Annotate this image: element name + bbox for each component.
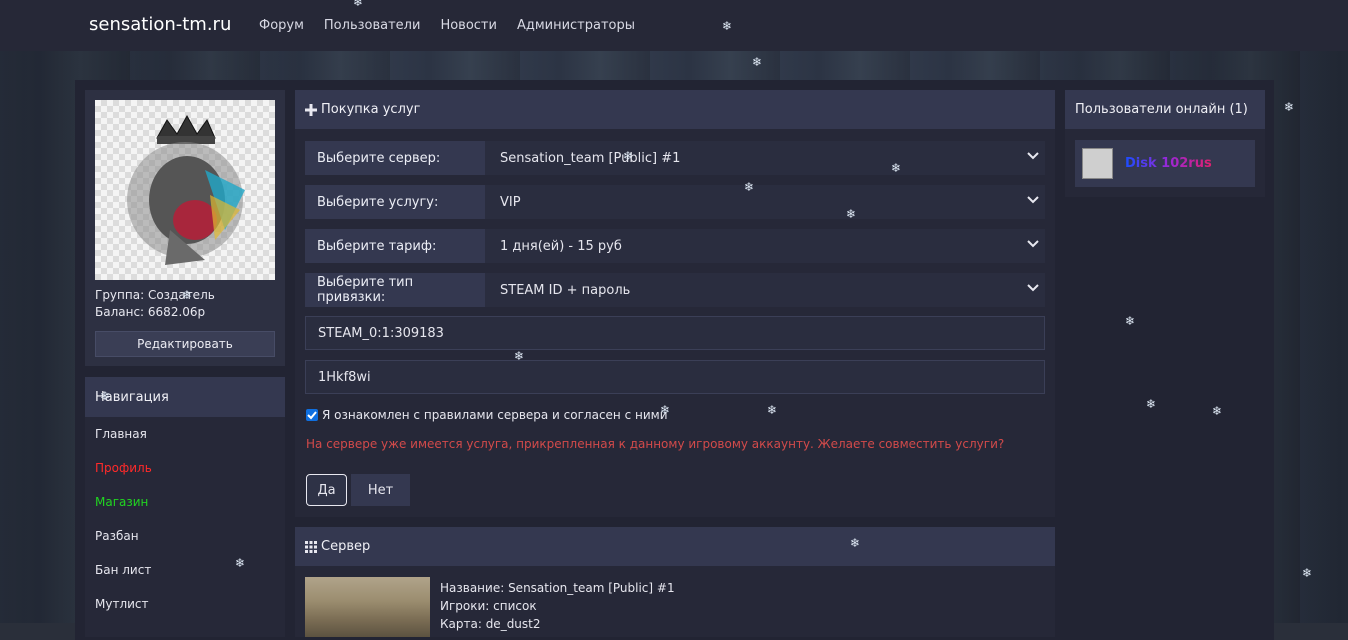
tariff-select-row: Выберите тариф: 1 дня(ей) - 15 руб [305, 229, 1045, 263]
snowflake-icon: ❄ [1125, 314, 1136, 328]
snowflake-icon: ❄ [744, 180, 755, 194]
navigation-list: Главная Профиль Магазин Разбан Бан лист … [85, 417, 285, 621]
nav-news[interactable]: Новости [440, 18, 497, 33]
snowflake-icon: ❄ [752, 55, 763, 69]
nav-item-profile[interactable]: Профиль [85, 451, 285, 485]
tariff-select[interactable]: 1 дня(ей) - 15 руб [485, 229, 1045, 263]
profile-balance: Баланс: 6682.06р [95, 305, 206, 319]
password-input[interactable]: 1Hkf8wi [305, 360, 1045, 394]
server-map: Карта: de_dust2 [440, 617, 541, 631]
server-name: Название: Sensation_team [Public] #1 [440, 581, 675, 595]
chevron-down-icon [1027, 284, 1039, 292]
snowflake-icon: ❄ [235, 556, 246, 570]
edit-profile-button[interactable]: Редактировать [95, 331, 275, 357]
server-header: Сервер [295, 527, 1055, 566]
nav-users[interactable]: Пользователи [324, 18, 421, 33]
yes-button[interactable]: Да [306, 474, 347, 506]
snowflake-icon: ❄ [1302, 566, 1313, 580]
plus-icon [305, 103, 317, 116]
top-navbar: sensation-tm.ru Форум Пользователи Новос… [0, 0, 1348, 51]
service-select-row: Выберите услугу: VIP [305, 185, 1045, 219]
online-users-title: Пользователи онлайн (1) [1065, 90, 1265, 129]
snowflake-icon: ❄ [850, 536, 861, 550]
check-icon [307, 411, 317, 420]
nav-item-home[interactable]: Главная [85, 417, 285, 451]
agree-checkbox[interactable] [306, 409, 318, 421]
purchase-title: Покупка услуг [321, 102, 421, 117]
agree-rules[interactable]: Я ознакомлен с правилами сервера и согла… [306, 408, 668, 422]
top-nav: Форум Пользователи Новости Администратор… [259, 18, 635, 33]
snowflake-icon: ❄ [767, 403, 778, 417]
snowflake-icon: ❄ [660, 403, 671, 417]
site-brand[interactable]: sensation-tm.ru [89, 14, 231, 35]
profile-group: Группа: Создатель [95, 288, 215, 302]
navigation-panel: Навигация Главная Профиль Магазин Разбан… [85, 377, 285, 637]
bind-type-select-label: Выберите тип привязки: [317, 275, 414, 305]
server-select-label: Выберите сервер: [317, 150, 441, 166]
server-title: Сервер [321, 539, 371, 554]
warning-message: На сервере уже имеется услуга, прикрепле… [306, 437, 1005, 451]
snowflake-icon: ❄ [1212, 404, 1223, 418]
nav-admins[interactable]: Администраторы [517, 18, 635, 33]
nav-item-unban[interactable]: Разбан [85, 519, 285, 553]
snowflake-icon: ❄ [353, 0, 364, 9]
snowflake-icon: ❄ [846, 207, 857, 221]
server-info: Название: Sensation_team [Public] #1 Игр… [440, 579, 675, 633]
nav-item-mutelist[interactable]: Мутлист [85, 587, 285, 621]
snowflake-icon: ❄ [1284, 100, 1295, 114]
service-select-label: Выберите услугу: [317, 194, 439, 210]
tariff-select-label: Выберите тариф: [317, 238, 437, 254]
chevron-down-icon [1027, 152, 1039, 160]
purchase-header: Покупка услуг [295, 90, 1055, 129]
snowflake-icon: ❄ [182, 288, 193, 302]
snowflake-icon: ❄ [514, 349, 525, 363]
service-select[interactable]: VIP [485, 185, 1045, 219]
nav-forum[interactable]: Форум [259, 18, 304, 33]
snowflake-icon: ❄ [722, 19, 733, 33]
navigation-title: Навигация [85, 377, 285, 417]
avatar [95, 100, 275, 280]
server-players[interactable]: Игроки: список [440, 597, 675, 615]
online-user-name[interactable]: Disk 102rus [1125, 156, 1212, 171]
chevron-down-icon [1027, 240, 1039, 248]
server-select-value: Sensation_team [Public] #1 [500, 150, 681, 166]
chevron-down-icon [1027, 196, 1039, 204]
bind-type-select-value: STEAM ID + пароль [500, 282, 631, 298]
steam-id-input[interactable]: STEAM_0:1:309183 [305, 316, 1045, 350]
snowflake-icon: ❄ [891, 161, 902, 175]
nav-item-banlist[interactable]: Бан лист [85, 553, 285, 587]
grid-icon [305, 540, 317, 553]
service-select-value: VIP [500, 194, 521, 210]
bind-type-select-row: Выберите тип привязки: STEAM ID + пароль [305, 273, 1045, 307]
agree-label: Я ознакомлен с правилами сервера и согла… [322, 408, 668, 422]
snowflake-icon: ❄ [100, 389, 111, 403]
tariff-select-value: 1 дня(ей) - 15 руб [500, 238, 622, 254]
server-select[interactable]: Sensation_team [Public] #1 [485, 141, 1045, 175]
nav-item-shop[interactable]: Магазин [85, 485, 285, 519]
online-user-item[interactable]: Disk 102rus [1075, 140, 1255, 187]
map-thumbnail [305, 577, 430, 637]
snowflake-icon: ❄ [1146, 397, 1157, 411]
bind-type-select[interactable]: STEAM ID + пароль [485, 273, 1045, 307]
lion-avatar-image [127, 114, 245, 265]
snowflake-icon: ❄ [623, 149, 634, 163]
server-select-row: Выберите сервер: Sensation_team [Public]… [305, 141, 1045, 175]
no-button[interactable]: Нет [351, 474, 410, 506]
user-avatar [1082, 148, 1113, 179]
